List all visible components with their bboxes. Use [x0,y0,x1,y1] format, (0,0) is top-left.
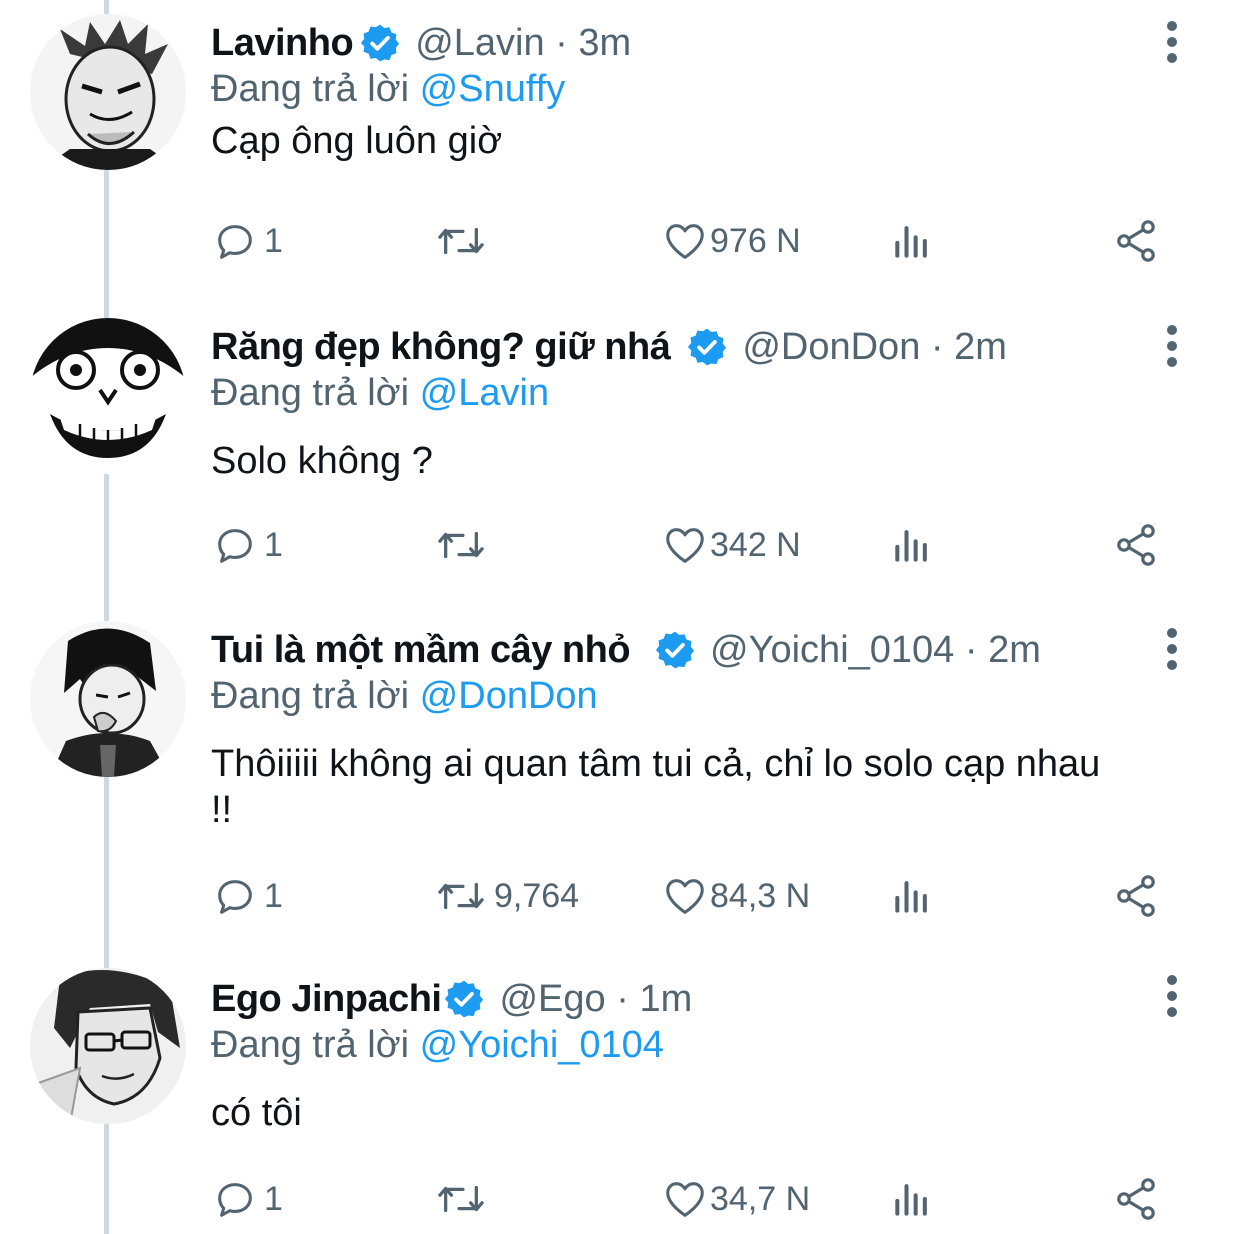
like-button[interactable]: 84,3 N [662,871,810,921]
reply-count: 1 [264,221,283,260]
verified-badge-icon [359,22,401,64]
share-icon [1117,524,1155,566]
tweet-actions: 1 34,7 N [0,1174,1234,1224]
retweet-icon [438,882,484,910]
reply-bubble-icon [218,225,252,259]
like-button[interactable]: 34,7 N [662,1174,810,1224]
display-name[interactable]: Răng đẹp không? giữ nhá [211,326,671,369]
replying-label: Đang trả lời [211,372,410,414]
replying-to: Đang trả lời @Yoichi_0104 [211,1024,664,1067]
reply-bubble-icon [218,880,252,914]
views-button[interactable] [890,520,934,570]
handle-time[interactable]: @Ego · 1m [499,978,692,1021]
retweet-button[interactable] [434,216,494,266]
heart-icon [666,528,704,563]
heart-icon [666,1182,704,1217]
more-vertical-icon[interactable] [1160,625,1184,673]
handle-time[interactable]: @Lavin · 3m [415,22,631,65]
tweet-text: Cạp ông luôn giờ [211,120,503,162]
tweet-header: Lavinho @Lavin · 3m [211,20,631,66]
tweet[interactable]: Tui là một mầm cây nhỏ @Yoichi_0104 · 2m… [0,607,1234,959]
replying-mention-link[interactable]: @Snuffy [420,68,566,110]
retweet-button[interactable]: 9,764 [434,871,579,921]
like-count: 342 N [710,525,801,564]
reply-button[interactable]: 1 [212,1174,283,1224]
bar-chart-icon [895,1184,927,1216]
like-count: 84,3 N [710,876,811,915]
bar-chart-icon [895,530,927,562]
share-button[interactable] [1112,1174,1160,1224]
replying-mention-link[interactable]: @Yoichi_0104 [420,1024,664,1066]
share-icon [1117,875,1155,917]
reply-bubble-icon [218,529,252,563]
verified-badge-icon [686,326,728,368]
tweet-actions: 1 342 N [0,520,1234,570]
reply-button[interactable]: 1 [212,871,283,921]
reply-bubble-icon [218,1183,252,1217]
tweet-text: Thôiiiii không ai quan tâm tui cả, chỉ l… [211,743,1101,831]
retweet-button[interactable] [434,520,494,570]
reply-count: 1 [264,525,283,564]
tweet[interactable]: Ego Jinpachi @Ego · 1m Đang trả lời @Yoi… [0,960,1234,1234]
avatar[interactable] [30,14,186,170]
more-vertical-icon[interactable] [1160,322,1184,370]
more-vertical-icon[interactable] [1160,18,1184,66]
replying-to: Đang trả lời @DonDon [211,675,598,718]
tweet-text: Solo không ? [211,440,433,482]
tweet-actions: 1 976 N [0,216,1234,266]
heart-icon [666,879,704,914]
like-count: 976 N [710,221,801,260]
tweet[interactable]: Lavinho @Lavin · 3m Đang trả lời @Snuffy… [0,0,1234,300]
retweet-icon [438,531,484,559]
reply-count: 1 [264,1179,283,1218]
heart-icon [666,224,704,259]
display-name[interactable]: Lavinho [211,22,354,65]
replying-label: Đang trả lời [211,675,410,717]
tweet-actions: 1 9,764 84,3 N [0,871,1234,921]
tweet-header: Ego Jinpachi @Ego · 1m [211,976,692,1022]
replying-to: Đang trả lời @Snuffy [211,68,565,111]
replying-mention-link[interactable]: @DonDon [420,675,598,717]
tweet[interactable]: Răng đẹp không? giữ nhá @DonDon · 2m Đan… [0,304,1234,604]
reply-button[interactable]: 1 [212,216,283,266]
tweet-header: Tui là một mầm cây nhỏ @Yoichi_0104 · 2m [211,627,1041,673]
avatar[interactable] [30,318,186,474]
like-count: 34,7 N [710,1179,811,1218]
replying-label: Đang trả lời [211,68,410,110]
retweet-icon [438,1185,484,1213]
share-button[interactable] [1112,871,1160,921]
tweet-text: có tôi [211,1092,302,1134]
views-button[interactable] [890,1174,934,1224]
verified-badge-icon [443,978,485,1020]
views-button[interactable] [890,871,934,921]
retweet-count: 9,764 [494,876,580,915]
retweet-icon [438,227,484,255]
share-button[interactable] [1112,216,1160,266]
handle-time[interactable]: @DonDon · 2m [742,326,1007,369]
tweet-header: Răng đẹp không? giữ nhá @DonDon · 2m [211,324,1007,370]
like-button[interactable]: 342 N [662,520,801,570]
display-name[interactable]: Tui là một mầm cây nhỏ [211,629,631,672]
replying-mention-link[interactable]: @Lavin [420,372,549,414]
views-button[interactable] [890,216,934,266]
reply-count: 1 [264,876,283,915]
more-vertical-icon[interactable] [1160,972,1184,1020]
replying-label: Đang trả lời [211,1024,410,1066]
share-icon [1117,1178,1155,1220]
verified-badge-icon [654,629,696,671]
reply-button[interactable]: 1 [212,520,283,570]
bar-chart-icon [895,226,927,258]
display-name[interactable]: Ego Jinpachi [211,978,442,1021]
bar-chart-icon [895,881,927,913]
share-icon [1117,220,1155,262]
avatar[interactable] [30,621,186,777]
avatar[interactable] [30,968,186,1124]
replying-to: Đang trả lời @Lavin [211,372,549,415]
like-button[interactable]: 976 N [662,216,801,266]
retweet-button[interactable] [434,1174,494,1224]
handle-time[interactable]: @Yoichi_0104 · 2m [710,629,1041,672]
share-button[interactable] [1112,520,1160,570]
